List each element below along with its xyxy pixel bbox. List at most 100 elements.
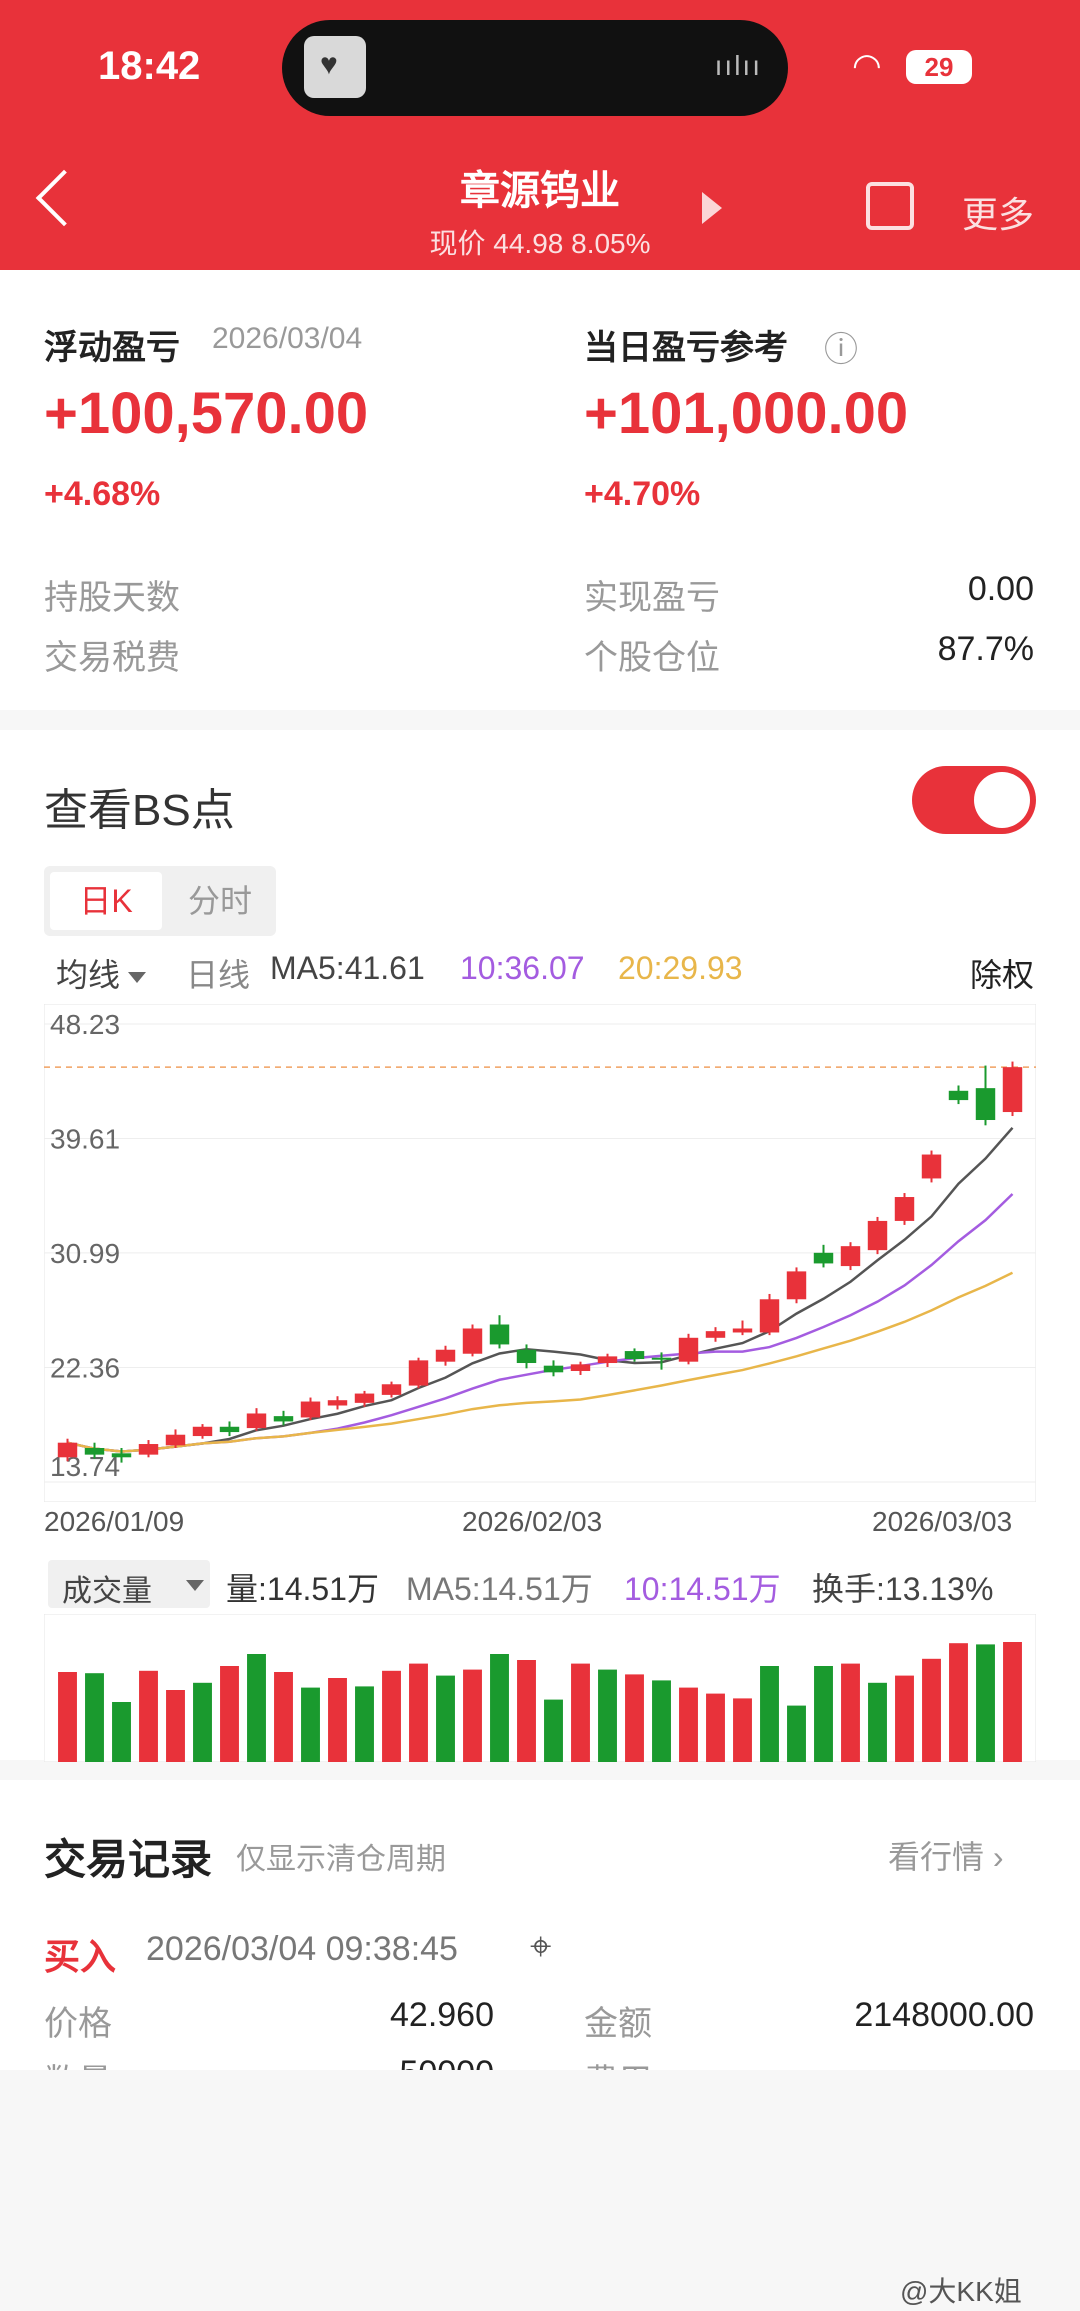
volume-bar bbox=[301, 1687, 320, 1762]
line-type: 日线 bbox=[186, 957, 251, 993]
volume-bar bbox=[58, 1672, 77, 1762]
volume-bar bbox=[139, 1670, 158, 1762]
volume-bar bbox=[841, 1663, 860, 1762]
realized-pnl-value: 0.00 bbox=[967, 570, 1034, 608]
amount-label: 金额 bbox=[584, 2005, 652, 2043]
volume-bar bbox=[571, 1663, 590, 1762]
trade-title: 交易记录 bbox=[44, 1836, 213, 1883]
candle bbox=[948, 1090, 969, 1101]
trade-type: 买入 bbox=[44, 1936, 117, 1977]
bs-title: 查看BS点 bbox=[44, 786, 235, 835]
volume-bar bbox=[112, 1702, 131, 1762]
volume-area bbox=[44, 1614, 1036, 1762]
volume-bar bbox=[193, 1682, 212, 1762]
candle bbox=[894, 1197, 915, 1221]
candle bbox=[246, 1413, 267, 1429]
info-icon[interactable]: ⓘ bbox=[824, 322, 858, 371]
y-tick-label: 48.23 bbox=[50, 1009, 120, 1040]
bs-toggle[interactable] bbox=[912, 766, 1036, 834]
volume-select[interactable]: 成交量 bbox=[48, 1560, 210, 1608]
trade-amount: 2148000.00 bbox=[854, 1996, 1034, 2034]
volume-bar bbox=[247, 1654, 266, 1762]
tab-intraday[interactable]: 分时 bbox=[170, 872, 270, 930]
price-label: 价格 bbox=[44, 2005, 112, 2043]
status-time: 18:42 bbox=[98, 44, 201, 88]
candle bbox=[489, 1324, 510, 1345]
volume-bar bbox=[787, 1705, 806, 1762]
locate-icon[interactable]: ⌖ bbox=[530, 1926, 551, 1969]
volume-bar bbox=[895, 1675, 914, 1762]
volume-value: 量:14.51万 bbox=[226, 1571, 379, 1607]
candle bbox=[327, 1400, 348, 1406]
daily-pnl-pct: +4.70% bbox=[584, 475, 701, 513]
battery-indicator: 29 bbox=[906, 50, 972, 84]
volume-bar bbox=[814, 1666, 833, 1762]
candle bbox=[732, 1328, 753, 1333]
next-stock-icon[interactable] bbox=[702, 192, 722, 224]
candle bbox=[354, 1393, 375, 1403]
x-tick-label: 2026/03/03 bbox=[872, 1506, 1013, 1537]
candle bbox=[1002, 1067, 1023, 1113]
candle bbox=[300, 1401, 321, 1418]
candlestick-chart[interactable]: 48.2339.6130.9922.3613.74 bbox=[44, 1004, 1036, 1502]
floating-pnl-pct: +4.68% bbox=[44, 475, 161, 513]
dynamic-island: ♥ ıılıı bbox=[282, 20, 788, 116]
indicator-select[interactable]: 均线 bbox=[56, 950, 147, 996]
candle bbox=[516, 1349, 537, 1364]
volume-bar bbox=[598, 1669, 617, 1762]
trade-subtitle: 仅显示清仓周期 bbox=[236, 1843, 446, 1876]
pnl-card: 浮动盈亏 2026/03/04 +100,570.00 +4.68% 当日盈亏参… bbox=[0, 270, 1080, 710]
tab-daily-k[interactable]: 日K bbox=[50, 872, 162, 930]
volume-bar bbox=[355, 1686, 374, 1762]
chevron-down-icon bbox=[128, 972, 147, 984]
vol-ma10-value: 10:14.51万 bbox=[624, 1571, 781, 1607]
volume-bar bbox=[544, 1699, 563, 1762]
candle bbox=[84, 1448, 105, 1455]
share-icon[interactable] bbox=[866, 182, 914, 230]
candle bbox=[273, 1416, 294, 1422]
turnover-value: 换手:13.13% bbox=[812, 1571, 994, 1607]
x-tick-label: 2026/01/09 bbox=[44, 1506, 185, 1537]
floating-pnl-label: 浮动盈亏 bbox=[44, 329, 180, 367]
trade-row-clipped: 数量 50000 费用 bbox=[0, 2050, 1080, 2070]
adjust-button[interactable]: 除权 bbox=[970, 950, 1034, 996]
volume-bar bbox=[220, 1666, 239, 1762]
candle bbox=[165, 1434, 186, 1446]
more-button[interactable]: 更多 bbox=[962, 186, 1034, 238]
watermark: @大KK姐 bbox=[900, 2276, 1022, 2307]
stock-name: 章源钨业 bbox=[460, 169, 620, 213]
volume-bar bbox=[625, 1674, 644, 1762]
volume-bar bbox=[382, 1670, 401, 1762]
candle bbox=[867, 1220, 888, 1251]
holding-days-label: 持股天数 bbox=[44, 579, 180, 617]
fee-label: 费用 bbox=[584, 2054, 652, 2070]
volume-bar bbox=[922, 1658, 941, 1762]
now-playing-artwork: ♥ bbox=[304, 36, 366, 98]
wifi-icon: ◠ bbox=[852, 47, 882, 85]
volume-bar bbox=[517, 1660, 536, 1762]
volume-bar bbox=[868, 1682, 887, 1762]
candle bbox=[651, 1357, 672, 1360]
candle bbox=[975, 1088, 996, 1121]
volume-bar bbox=[436, 1675, 455, 1762]
candle bbox=[759, 1299, 780, 1333]
volume-bar bbox=[166, 1690, 185, 1762]
qty-label: 数量 bbox=[44, 2054, 112, 2070]
trade-price: 42.960 bbox=[390, 1996, 494, 2034]
candle bbox=[705, 1331, 726, 1338]
candle bbox=[570, 1364, 591, 1371]
volume-bar bbox=[463, 1669, 482, 1762]
volume-bar bbox=[328, 1678, 347, 1762]
volume-bar bbox=[490, 1654, 509, 1762]
floating-pnl-value: +100,570.00 bbox=[44, 381, 369, 446]
x-tick-label: 2026/02/03 bbox=[462, 1506, 603, 1537]
current-price: 现价 44.98 8.05% bbox=[429, 228, 651, 259]
chevron-down-icon bbox=[186, 1580, 204, 1591]
candle bbox=[840, 1246, 861, 1267]
ma5-value: MA5:41.61 bbox=[270, 950, 425, 986]
volume-bar bbox=[976, 1644, 995, 1762]
volume-bar bbox=[760, 1666, 779, 1762]
top-bar: 18:42 ♥ ıılıı ◠ 29 章源钨业 现价 44.98 8.05% 更… bbox=[0, 0, 1080, 270]
y-tick-label: 39.61 bbox=[50, 1123, 120, 1154]
view-market-link[interactable]: 看行情 › bbox=[888, 1832, 1004, 1878]
